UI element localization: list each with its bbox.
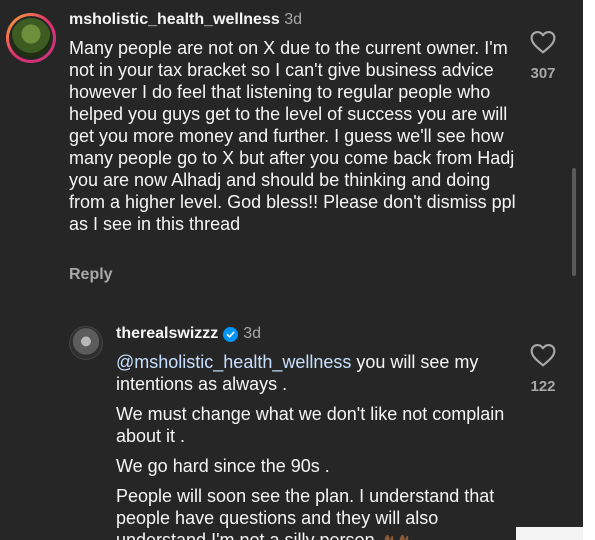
reply-timestamp: 3d bbox=[243, 325, 262, 342]
avatar-image bbox=[11, 18, 51, 58]
like-count: 307 bbox=[530, 65, 556, 82]
comment-text: Many people are not on X due to the curr… bbox=[69, 38, 516, 234]
reply-line-4: People will soon see the plan. I underst… bbox=[116, 485, 516, 540]
reply-line-2: We must change what we don't like not co… bbox=[116, 404, 505, 446]
comments-panel: msholistic_health_wellness 3d Many peopl… bbox=[0, 0, 583, 540]
page-edge bbox=[583, 0, 595, 540]
folded-hands-emoji bbox=[384, 534, 408, 540]
heart-icon[interactable] bbox=[530, 30, 556, 54]
comment-header: msholistic_health_wellness 3d bbox=[69, 11, 302, 29]
scrollbar[interactable] bbox=[572, 168, 576, 276]
reply-button[interactable]: Reply bbox=[69, 266, 113, 284]
reply-header: therealswizzz 3d bbox=[116, 325, 261, 343]
reply-text: @msholistic_health_wellness you will see… bbox=[116, 351, 516, 540]
reply-line-1: @msholistic_health_wellness you will see… bbox=[116, 351, 516, 395]
reply-line-4-text: People will soon see the plan. I underst… bbox=[116, 486, 495, 540]
commenter-avatar[interactable] bbox=[6, 13, 56, 63]
heart-icon[interactable] bbox=[530, 343, 556, 367]
reply-username[interactable]: therealswizzz bbox=[116, 325, 218, 343]
reply-line-3: We go hard since the 90s . bbox=[116, 456, 330, 476]
verified-badge-icon bbox=[223, 326, 239, 342]
overlay-corner bbox=[516, 527, 583, 540]
like-count: 122 bbox=[530, 378, 556, 395]
reply-avatar[interactable] bbox=[69, 326, 103, 360]
commenter-username[interactable]: msholistic_health_wellness bbox=[69, 11, 280, 28]
comment-timestamp: 3d bbox=[284, 11, 302, 28]
mention-link[interactable]: @msholistic_health_wellness bbox=[116, 352, 351, 372]
